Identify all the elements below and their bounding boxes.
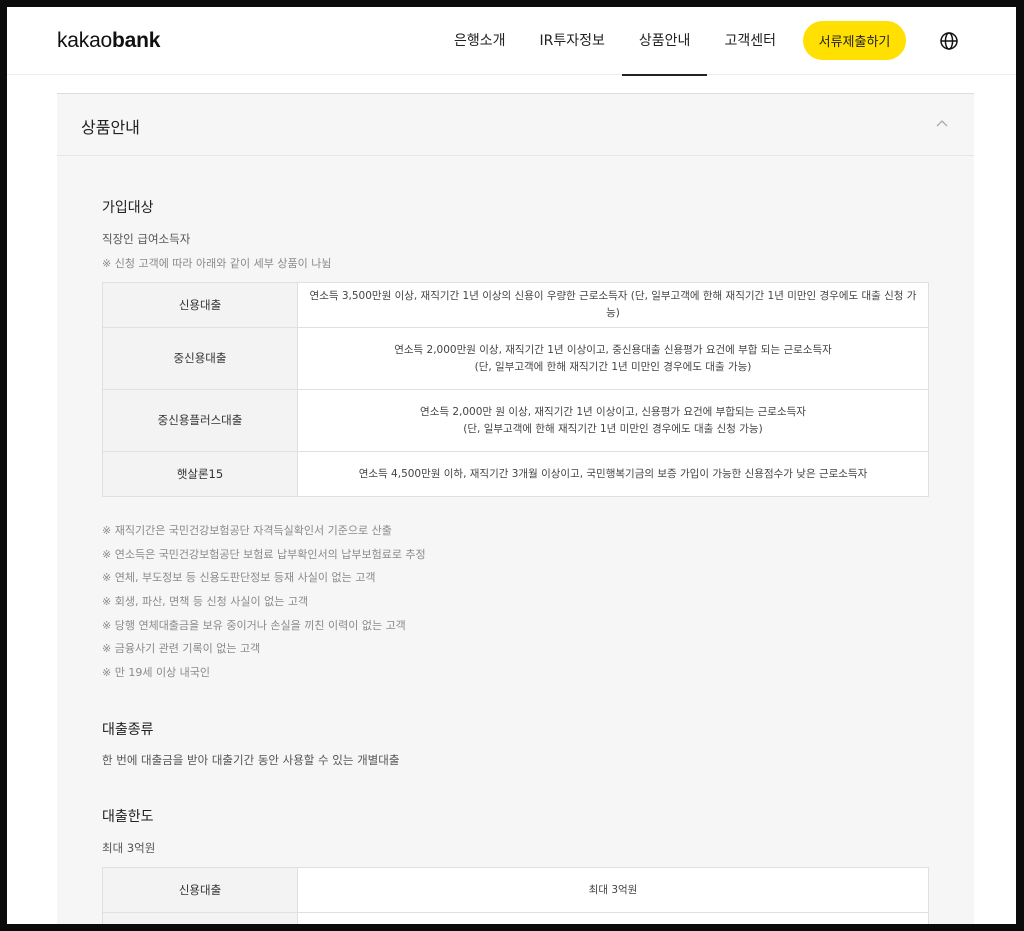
main-nav: 은행소개 IR투자정보 상품안내 고객센터: [437, 7, 793, 76]
nav-item-about[interactable]: 은행소개: [437, 7, 523, 75]
chevron-up-icon[interactable]: [934, 116, 950, 132]
nav-item-ir[interactable]: IR투자정보: [523, 7, 622, 75]
eligibility-note: ※ 신청 고객에 따라 아래와 같이 세부 상품이 나뉨: [102, 257, 332, 270]
product-condition-cell: 연소득 2,000만 원 이상, 재직기간 1년 이상이고, 신용평가 요건에 …: [297, 389, 929, 452]
table-row: [102, 912, 929, 924]
product-name-cell: [102, 912, 298, 924]
product-name-cell: 중신용플러스대출: [102, 389, 298, 452]
loan-limit-desc: 최대 3억원: [102, 841, 156, 855]
loan-limit-table: 신용대출 최대 3억원: [102, 867, 929, 924]
globe-icon[interactable]: [939, 31, 959, 51]
browser-page: kakaobank 은행소개 IR투자정보 상품안내 고객센터 서류제출하기 상…: [7, 7, 1016, 924]
eligibility-desc: 직장인 급여소득자: [102, 232, 191, 246]
submit-documents-button[interactable]: 서류제출하기: [803, 21, 906, 60]
eligibility-footnote: ※ 만 19세 이상 내국인: [102, 666, 211, 679]
product-name-cell: 신용대출: [102, 867, 298, 913]
nav-item-support[interactable]: 고객센터: [707, 7, 793, 75]
product-condition-cell: 연소득 3,500만원 이상, 재직기간 1년 이상의 신용이 우량한 근로소득…: [297, 282, 929, 328]
eligibility-footnote: ※ 재직기간은 국민건강보험공단 자격득실확인서 기준으로 산출: [102, 524, 392, 537]
product-name-cell: 햇살론15: [102, 451, 298, 497]
loan-type-desc: 한 번에 대출금을 받아 대출기간 동안 사용할 수 있는 개별대출: [102, 753, 400, 767]
nav-item-products[interactable]: 상품안내: [621, 7, 708, 76]
section-title-eligibility: 가입대상: [102, 200, 154, 216]
table-row: 햇살론15 연소득 4,500만원 이하, 재직기간 3개월 이상이고, 국민행…: [102, 451, 929, 497]
product-name-cell: 중신용대출: [102, 327, 298, 390]
limit-value-cell: 최대 3억원: [297, 867, 929, 913]
kakaobank-logo[interactable]: kakaobank: [57, 29, 160, 53]
product-name-cell: 신용대출: [102, 282, 298, 328]
table-row: 중신용플러스대출 연소득 2,000만 원 이상, 재직기간 1년 이상이고, …: [102, 389, 929, 452]
table-row: 신용대출 연소득 3,500만원 이상, 재직기간 1년 이상의 신용이 우량한…: [102, 282, 929, 328]
product-info-panel: 상품안내 가입대상 직장인 급여소득자 ※ 신청 고객에 따라 아래와 같이 세…: [57, 93, 974, 924]
site-header: kakaobank 은행소개 IR투자정보 상품안내 고객센터 서류제출하기: [7, 7, 1016, 76]
eligibility-footnote: ※ 연체, 부도정보 등 신용도판단정보 등재 사실이 없는 고객: [102, 571, 376, 584]
panel-title: 상품안내: [81, 118, 140, 137]
eligibility-footnote: ※ 연소득은 국민건강보험공단 보험료 납부확인서의 납부보험료로 추정: [102, 548, 426, 561]
panel-header[interactable]: 상품안내: [57, 94, 974, 156]
eligibility-footnote: ※ 회생, 파산, 면책 등 신청 사실이 없는 고객: [102, 595, 309, 608]
product-condition-cell: 연소득 2,000만원 이상, 재직기간 1년 이상이고, 중신용대출 신용평가…: [297, 327, 929, 390]
table-row: 중신용대출 연소득 2,000만원 이상, 재직기간 1년 이상이고, 중신용대…: [102, 327, 929, 390]
eligibility-table: 신용대출 연소득 3,500만원 이상, 재직기간 1년 이상의 신용이 우량한…: [102, 282, 929, 497]
section-title-loan-limit: 대출한도: [102, 809, 154, 825]
section-title-loan-type: 대출종류: [102, 722, 154, 738]
eligibility-footnote: ※ 금융사기 관련 기록이 없는 고객: [102, 642, 261, 655]
limit-value-cell: [297, 912, 929, 924]
table-row: 신용대출 최대 3억원: [102, 867, 929, 913]
product-condition-cell: 연소득 4,500만원 이하, 재직기간 3개월 이상이고, 국민행복기금의 보…: [297, 451, 929, 497]
eligibility-footnote: ※ 당행 연체대출금을 보유 중이거나 손실을 끼친 이력이 없는 고객: [102, 619, 406, 632]
